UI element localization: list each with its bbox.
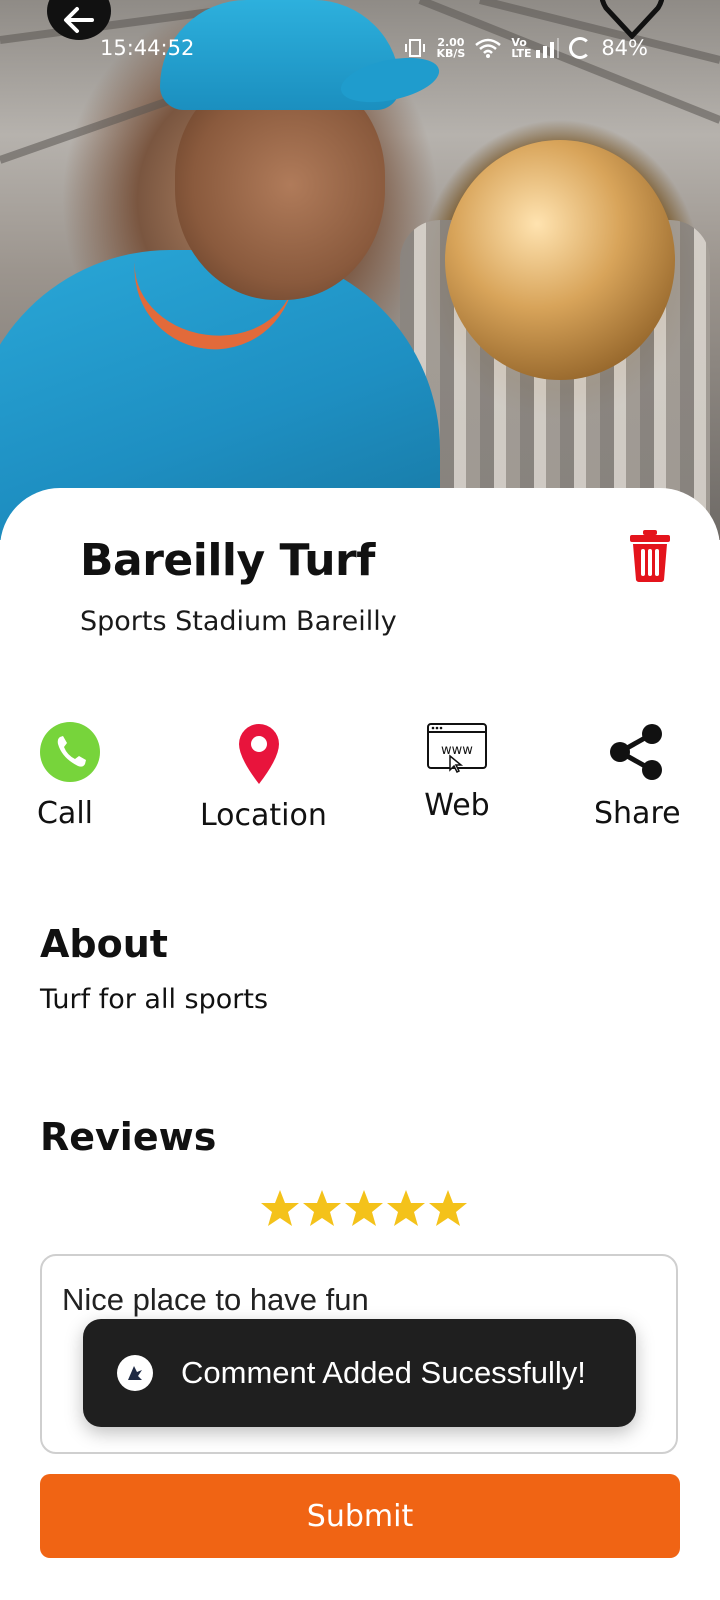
wifi-icon bbox=[475, 38, 502, 58]
action-row: Call Location www Web Share bbox=[0, 722, 720, 833]
volte-label: Vo LTE bbox=[511, 36, 532, 60]
share-button[interactable]: Share bbox=[594, 722, 681, 831]
vibrate-icon bbox=[405, 39, 426, 57]
call-button[interactable]: Call bbox=[37, 722, 100, 831]
about-text: Turf for all sports bbox=[40, 984, 269, 1015]
arrow-left-icon bbox=[64, 7, 94, 33]
heart-icon[interactable] bbox=[600, 0, 664, 40]
venue-subtitle: Sports Stadium Bareilly bbox=[80, 606, 397, 637]
app-logo-icon bbox=[128, 1366, 142, 1380]
star-icon[interactable] bbox=[428, 1188, 468, 1228]
star-rating[interactable] bbox=[260, 1188, 468, 1228]
map-pin-icon bbox=[238, 724, 279, 784]
svg-text:www: www bbox=[441, 743, 473, 758]
location-button[interactable]: Location bbox=[200, 722, 327, 833]
trash-icon[interactable] bbox=[630, 530, 670, 582]
star-icon[interactable] bbox=[386, 1188, 426, 1228]
web-button[interactable]: www Web bbox=[422, 722, 492, 823]
app-icon bbox=[117, 1355, 153, 1391]
toast-notification: Comment Added Sucessfully! bbox=[83, 1319, 636, 1427]
share-label: Share bbox=[594, 796, 681, 831]
share-icon bbox=[610, 724, 662, 780]
net-speed: 2.00 KB/S bbox=[436, 37, 465, 59]
status-time: 15:44:52 bbox=[100, 36, 195, 60]
about-heading: About bbox=[40, 922, 168, 966]
phone-icon bbox=[40, 722, 100, 782]
hero-image bbox=[0, 0, 720, 540]
call-label: Call bbox=[36, 796, 93, 831]
battery-icon bbox=[569, 37, 592, 59]
signal-icon bbox=[536, 38, 560, 58]
submit-button[interactable]: Submit bbox=[40, 1474, 680, 1558]
location-label: Location bbox=[200, 798, 327, 833]
star-icon[interactable] bbox=[344, 1188, 384, 1228]
star-icon[interactable] bbox=[260, 1188, 300, 1228]
trophy-globe bbox=[445, 140, 675, 380]
web-label: Web bbox=[424, 788, 490, 823]
venue-title: Bareilly Turf bbox=[80, 535, 375, 586]
www-icon: www bbox=[427, 723, 487, 774]
star-icon[interactable] bbox=[302, 1188, 342, 1228]
reviews-heading: Reviews bbox=[40, 1115, 217, 1159]
net-speed-unit: KB/S bbox=[436, 47, 466, 60]
comment-text: Nice place to have fun bbox=[62, 1282, 369, 1317]
toast-message: Comment Added Sucessfully! bbox=[181, 1355, 586, 1390]
